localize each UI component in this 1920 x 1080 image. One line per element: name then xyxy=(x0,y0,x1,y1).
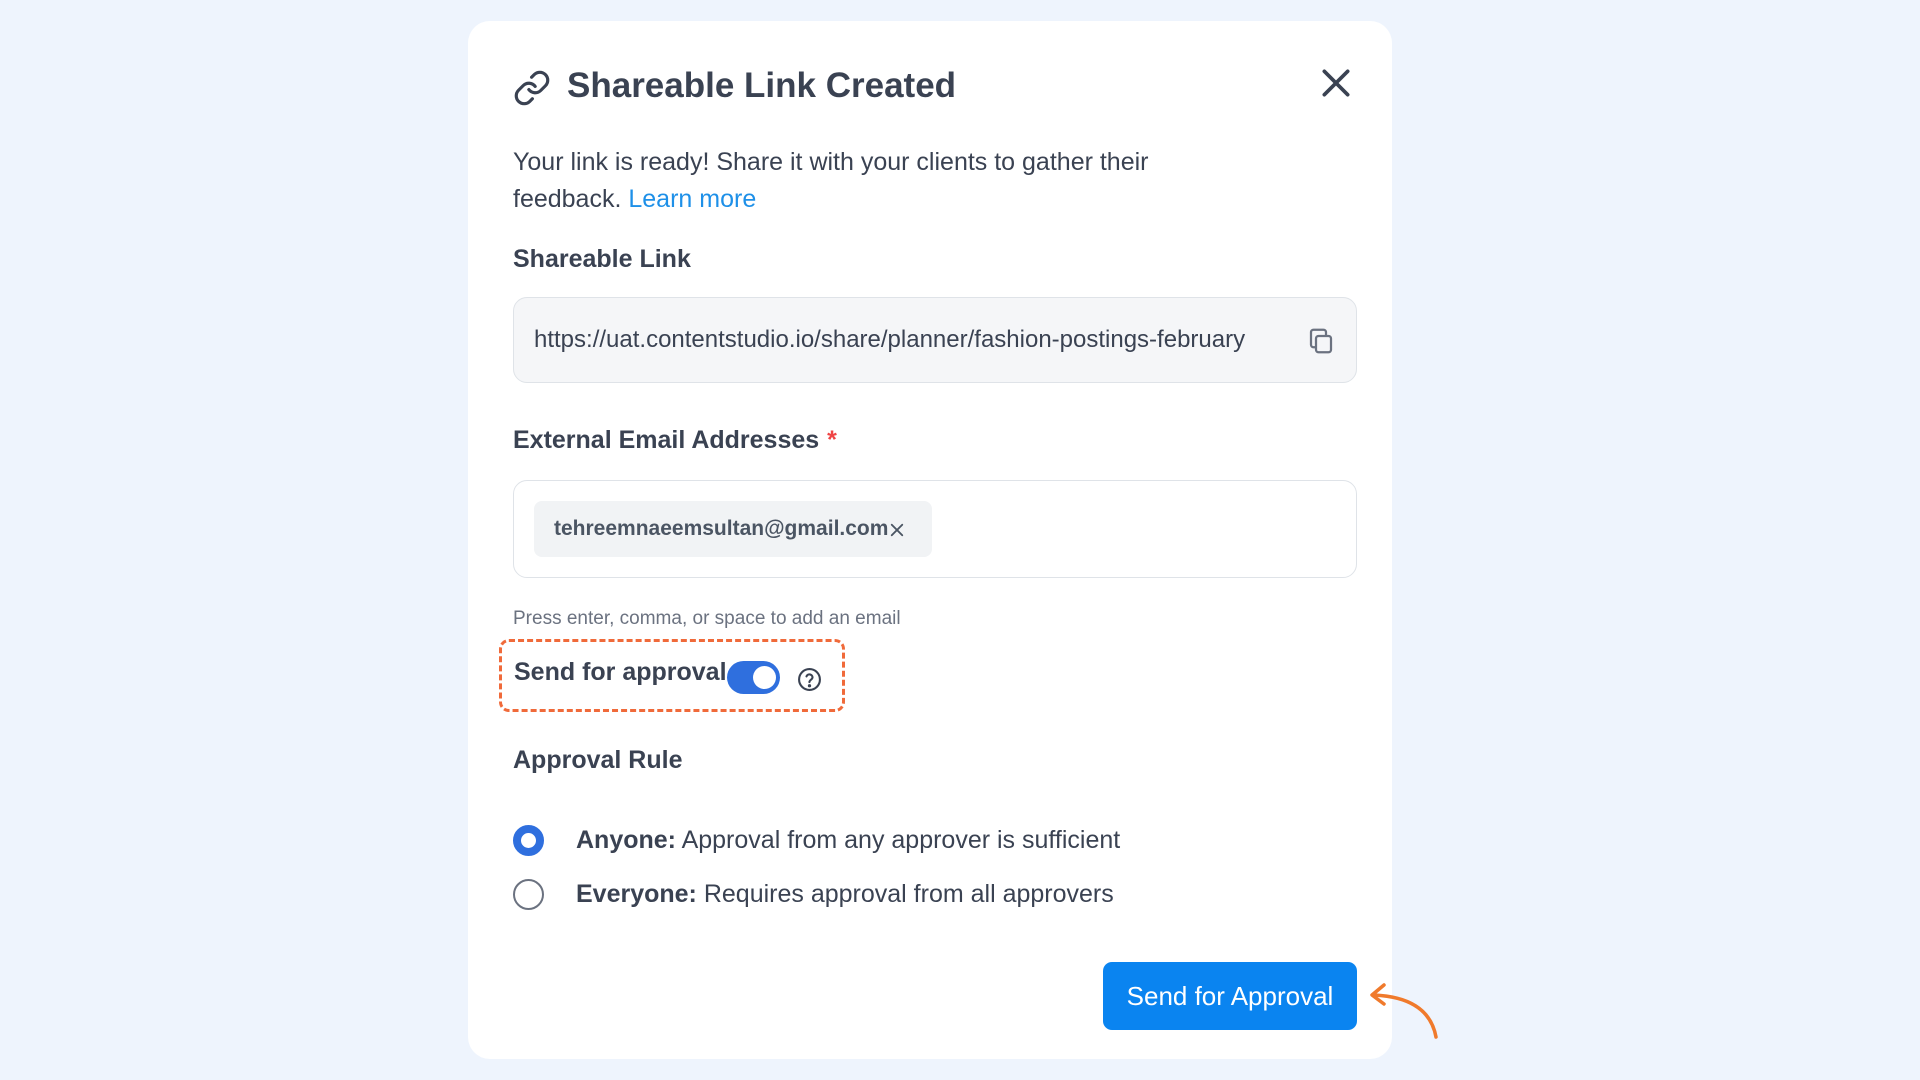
option-everyone-text: Everyone: Requires approval from all app… xyxy=(576,880,1114,909)
modal-title: Shareable Link Created xyxy=(567,66,957,105)
close-icon[interactable] xyxy=(1316,63,1356,103)
approval-option-everyone[interactable]: Everyone: Requires approval from all app… xyxy=(513,877,1114,911)
required-asterisk: * xyxy=(827,426,837,454)
send-for-approval-highlight: Send for approval xyxy=(499,639,845,712)
email-addresses-label: External Email Addresses * xyxy=(513,426,837,455)
email-chip: tehreemnaeemsultan@gmail.com xyxy=(534,501,932,557)
modal-description: Your link is ready! Share it with your c… xyxy=(513,144,1213,218)
learn-more-link[interactable]: Learn more xyxy=(628,185,756,213)
shareable-link-label: Shareable Link xyxy=(513,245,691,273)
radio-everyone[interactable] xyxy=(513,878,544,910)
email-chip-text: tehreemnaeemsultan@gmail.com xyxy=(554,517,889,540)
radio-anyone[interactable] xyxy=(513,824,544,856)
curved-arrow-icon xyxy=(1370,983,1438,1039)
send-for-approval-button[interactable]: Send for Approval xyxy=(1103,962,1357,1030)
copy-icon[interactable] xyxy=(1306,326,1336,356)
email-addresses-label-text: External Email Addresses xyxy=(513,426,820,454)
shareable-link-field[interactable]: https://uat.contentstudio.io/share/plann… xyxy=(513,297,1357,383)
email-hint: Press enter, comma, or space to add an e… xyxy=(513,608,901,629)
send-for-approval-label: Send for approval xyxy=(514,658,727,686)
help-icon[interactable] xyxy=(797,667,822,692)
option-anyone-text: Anyone: Approval from any approver is su… xyxy=(576,826,1120,855)
description-text: Your link is ready! Share it with your c… xyxy=(513,148,1149,213)
shareable-link-modal: Shareable Link Created Your link is read… xyxy=(468,21,1392,1059)
option-anyone-description: Approval from any approver is sufficient xyxy=(681,825,1121,854)
remove-chip-icon[interactable] xyxy=(888,521,906,539)
approval-option-anyone[interactable]: Anyone: Approval from any approver is su… xyxy=(513,823,1120,857)
email-input-field[interactable]: tehreemnaeemsultan@gmail.com xyxy=(513,480,1357,578)
approval-rule-label: Approval Rule xyxy=(513,746,683,774)
link-icon xyxy=(514,70,550,106)
option-everyone-name: Everyone: xyxy=(576,879,697,908)
option-anyone-name: Anyone: xyxy=(576,825,676,854)
toggle-knob xyxy=(753,666,776,689)
send-for-approval-toggle[interactable] xyxy=(727,661,780,694)
option-everyone-description: Requires approval from all approvers xyxy=(703,879,1114,908)
shareable-link-value: https://uat.contentstudio.io/share/plann… xyxy=(534,326,1246,353)
